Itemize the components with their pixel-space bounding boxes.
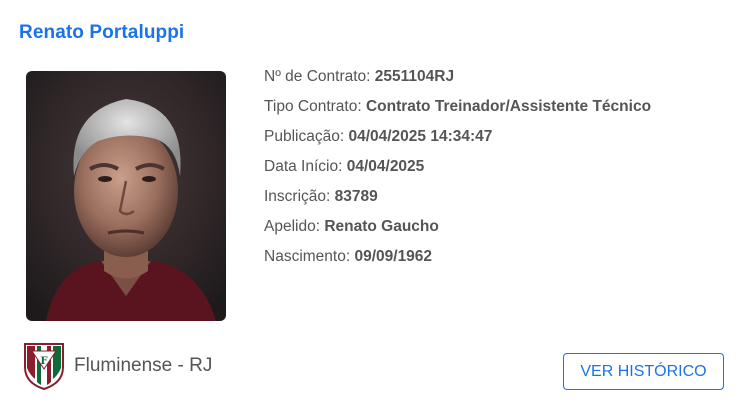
coach-photo — [26, 71, 226, 321]
detail-contract-type: Tipo Contrato: Contrato Treinador/Assist… — [264, 98, 652, 115]
coach-name: Renato Portaluppi — [19, 22, 185, 43]
detail-registration: Inscrição: 83789 — [264, 188, 378, 205]
detail-contract-number: Nº de Contrato: 2551104RJ — [264, 68, 455, 85]
svg-text:F: F — [40, 356, 47, 367]
detail-nickname: Apelido: Renato Gaucho — [264, 218, 439, 235]
fluminense-crest-icon: F — [24, 343, 64, 391]
club-name: Fluminense - RJ — [74, 355, 213, 376]
detail-birth-date: Nascimento: 09/09/1962 — [264, 248, 433, 265]
contract-details: Nº de Contrato: 2551104RJ Tipo Contrato:… — [264, 66, 651, 276]
club-info: F Fluminense - RJ — [22, 341, 212, 391]
detail-start-date: Data Início: 04/04/2025 — [264, 158, 425, 175]
view-history-button[interactable]: VER HISTÓRICO — [563, 353, 724, 390]
detail-publication: Publicação: 04/04/2025 14:34:47 — [264, 128, 493, 145]
